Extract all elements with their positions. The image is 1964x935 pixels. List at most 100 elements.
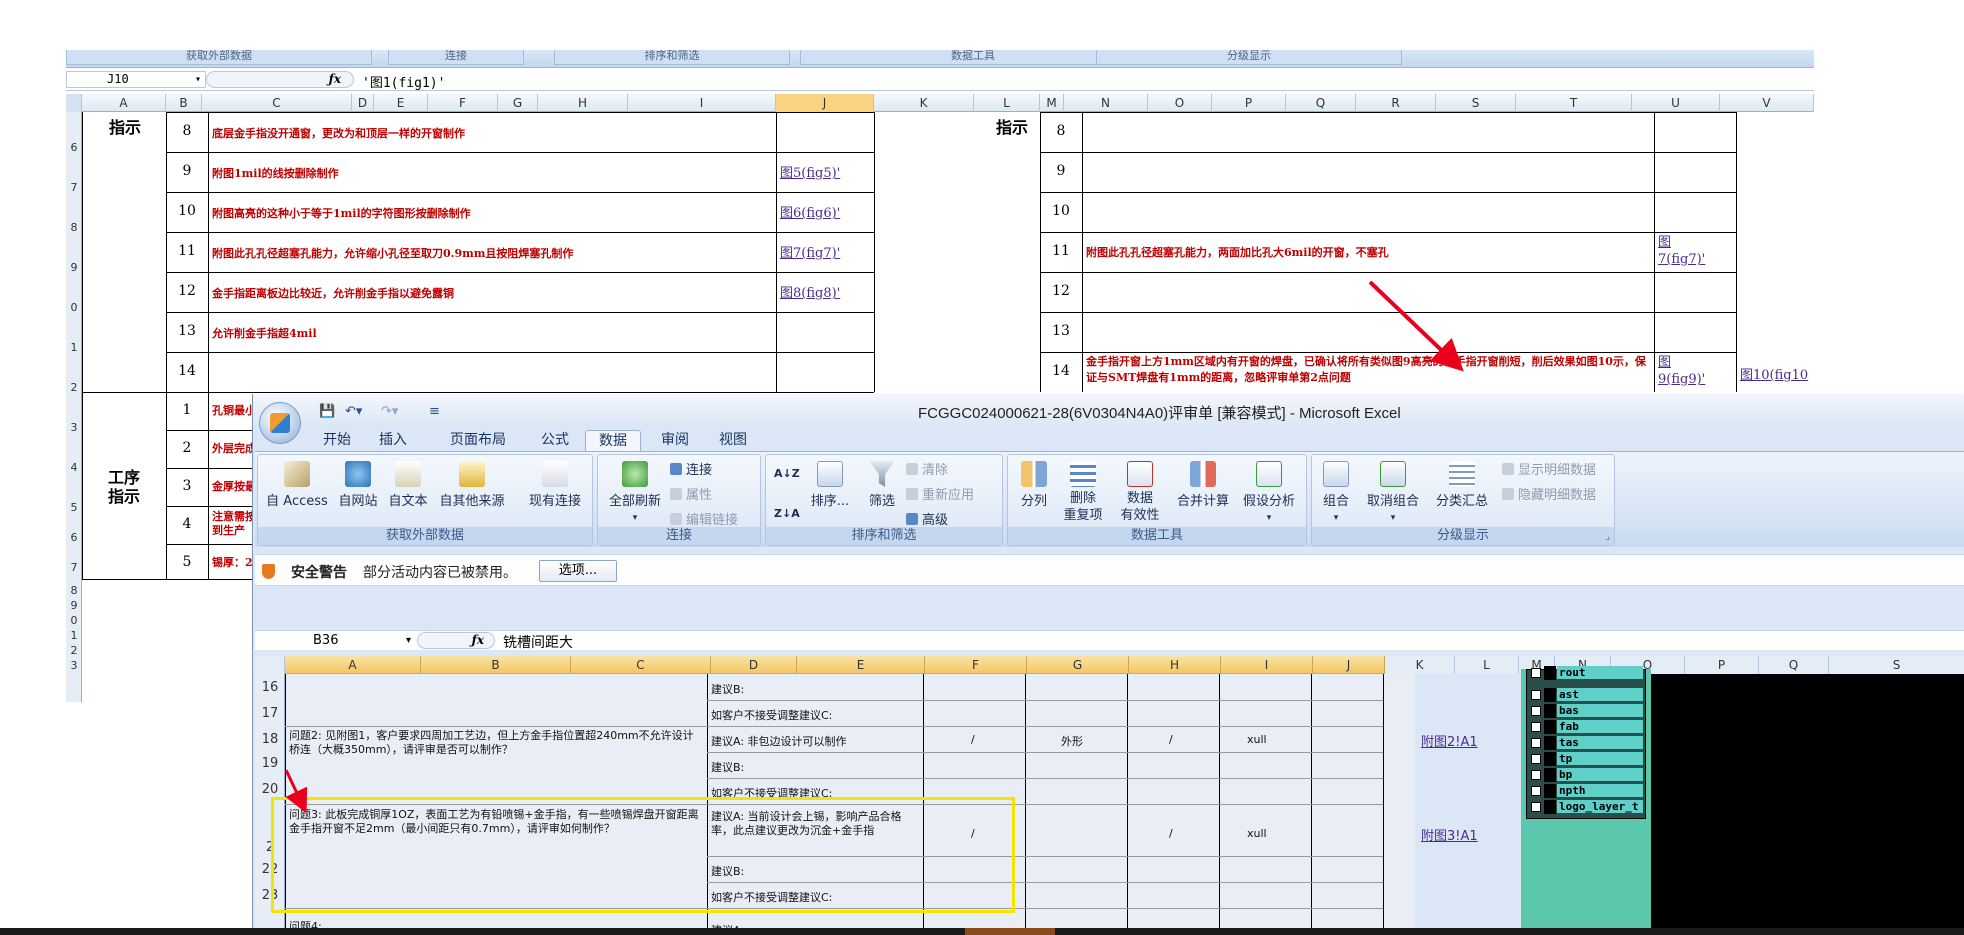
back-row-number[interactable]: 5: [66, 501, 82, 514]
col-header[interactable]: I: [1221, 656, 1313, 674]
back-row-number[interactable]: 9: [66, 261, 82, 274]
row-number[interactable]: 19: [255, 756, 285, 771]
from-other-sources-button[interactable]: 自其他来源: [434, 461, 510, 509]
formula-input[interactable]: 铣槽间距大: [503, 632, 573, 652]
clear-button[interactable]: 清除: [906, 459, 948, 478]
ungroup-button[interactable]: 取消组合 ▾: [1360, 461, 1426, 524]
back-row-number[interactable]: 9: [66, 599, 82, 612]
cell-suggestion-b[interactable]: 建议B:: [711, 759, 744, 775]
back-col-header[interactable]: K: [874, 94, 974, 112]
col-header[interactable]: D: [711, 656, 797, 674]
back-col-header[interactable]: Q: [1286, 94, 1356, 112]
cell-value[interactable]: xull: [1247, 733, 1267, 746]
layer-checkbox[interactable]: [1531, 770, 1541, 780]
back-col-header[interactable]: C: [202, 94, 352, 112]
back-row-number[interactable]: 2: [66, 644, 82, 657]
back-col-header[interactable]: F: [428, 94, 498, 112]
row-number[interactable]: 18: [255, 732, 285, 747]
cell-value[interactable]: /: [1169, 827, 1173, 840]
layer-item[interactable]: rout: [1531, 666, 1643, 680]
select-all-button[interactable]: [255, 656, 285, 674]
back-select-all[interactable]: [66, 94, 82, 112]
cell-value[interactable]: 外形: [1061, 733, 1083, 749]
show-detail-button[interactable]: 显示明细数据: [1502, 459, 1596, 478]
layer-item[interactable]: logo_layer_t: [1531, 800, 1643, 814]
row-number[interactable]: 16: [255, 680, 285, 695]
back-row-number[interactable]: 1: [66, 629, 82, 642]
tab-insert[interactable]: 插入: [371, 430, 415, 452]
layer-checkbox[interactable]: [1531, 722, 1541, 732]
hide-detail-button[interactable]: 隐藏明细数据: [1502, 484, 1596, 503]
back-col-header[interactable]: E: [374, 94, 428, 112]
existing-connections-button[interactable]: 现有连接: [522, 461, 588, 509]
tab-formulas[interactable]: 公式: [533, 430, 577, 452]
back-fx-button[interactable]: ƒx: [206, 71, 354, 88]
cell-suggestion-a[interactable]: 建议A: 非包边设计可以制作: [711, 733, 847, 749]
layer-item[interactable]: bas: [1531, 704, 1643, 718]
back-col-header[interactable]: U: [1632, 94, 1720, 112]
requirement-text[interactable]: 金手指开窗上方1mm区域内有开窗的焊盘，已确认将所有类似图9高亮的长手指开窗削短…: [1086, 354, 1652, 386]
back-col-header[interactable]: L: [974, 94, 1040, 112]
layer-checkbox[interactable]: [1531, 802, 1541, 812]
sort-az-icon[interactable]: A↓Z: [774, 467, 800, 480]
back-col-header[interactable]: B: [166, 94, 202, 112]
name-box[interactable]: B36: [255, 632, 415, 649]
back-col-header[interactable]: N: [1064, 94, 1148, 112]
layer-checkbox[interactable]: [1531, 738, 1541, 748]
layer-item[interactable]: tas: [1531, 736, 1643, 750]
redo-icon[interactable]: ↷▾: [381, 404, 398, 419]
figure-link[interactable]: 图10(fig10: [1740, 364, 1814, 383]
requirement-text[interactable]: 附图此孔孔径超塞孔能力，两面加比孔大6mil的开窗，不塞孔: [1086, 245, 1652, 261]
data-validation-button[interactable]: 数据 有效性: [1112, 461, 1168, 524]
back-col-header-selected[interactable]: J: [776, 94, 874, 112]
layer-checkbox[interactable]: [1531, 668, 1541, 678]
col-header[interactable]: G: [1027, 656, 1129, 674]
col-header[interactable]: F: [925, 656, 1027, 674]
col-header[interactable]: P: [1685, 656, 1759, 674]
back-col-header[interactable]: V: [1720, 94, 1814, 112]
col-header[interactable]: B: [421, 656, 571, 674]
dialog-launcher-icon[interactable]: ⌟: [1606, 532, 1610, 542]
properties-button[interactable]: 属性: [670, 484, 712, 503]
col-header[interactable]: L: [1455, 656, 1519, 674]
back-col-header[interactable]: A: [82, 94, 166, 112]
cell-suggestion-c[interactable]: 如客户不接受调整建议C:: [711, 707, 832, 723]
taskbar-app[interactable]: [965, 928, 1055, 935]
cell-value[interactable]: /: [971, 733, 975, 746]
tab-view[interactable]: 视图: [711, 430, 755, 452]
group-button[interactable]: 组合 ▾: [1316, 461, 1356, 524]
back-col-header[interactable]: R: [1356, 94, 1436, 112]
back-row-number[interactable]: 7: [66, 561, 82, 574]
back-col-header[interactable]: S: [1436, 94, 1516, 112]
sort-za-icon[interactable]: Z↓A: [774, 507, 800, 520]
what-if-analysis-button[interactable]: 假设分析 ▾: [1236, 461, 1302, 524]
tab-home[interactable]: 开始: [315, 430, 359, 452]
filter-button[interactable]: 筛选: [862, 461, 902, 509]
cell-suggestion-b[interactable]: 建议B:: [711, 681, 744, 697]
edit-links-button[interactable]: 编辑链接: [670, 509, 738, 528]
row-number[interactable]: 17: [255, 706, 285, 721]
back-col-header[interactable]: O: [1148, 94, 1212, 112]
back-row-number[interactable]: 3: [66, 421, 82, 434]
back-col-header[interactable]: H: [538, 94, 628, 112]
layer-item[interactable]: npth: [1531, 784, 1643, 798]
tab-data[interactable]: 数据: [585, 430, 641, 452]
undo-icon[interactable]: ↶▾: [345, 404, 362, 419]
col-header[interactable]: C: [571, 656, 711, 674]
figure-link[interactable]: 图8(fig8)': [780, 282, 840, 301]
back-row-number[interactable]: 1: [66, 341, 82, 354]
back-row-number[interactable]: 2: [66, 381, 82, 394]
row-number[interactable]: 20: [255, 782, 285, 797]
layer-checkbox[interactable]: [1531, 706, 1541, 716]
refresh-all-button[interactable]: 全部刷新 ▾: [602, 461, 668, 524]
back-row-number[interactable]: 8: [66, 584, 82, 597]
cell-value[interactable]: /: [1169, 733, 1173, 746]
options-button[interactable]: 选项...: [539, 560, 617, 582]
qat-customize-icon[interactable]: ≡: [429, 404, 440, 419]
layer-item[interactable]: ast: [1531, 688, 1643, 702]
back-row-number[interactable]: 4: [66, 461, 82, 474]
back-col-header[interactable]: G: [498, 94, 538, 112]
link-attachment-3[interactable]: 附图3!A1: [1421, 825, 1478, 844]
requirement-text[interactable]: 附图高亮的这种小于等于1mil的字符图形按删除制作: [212, 205, 471, 221]
back-col-header[interactable]: M: [1040, 94, 1064, 112]
